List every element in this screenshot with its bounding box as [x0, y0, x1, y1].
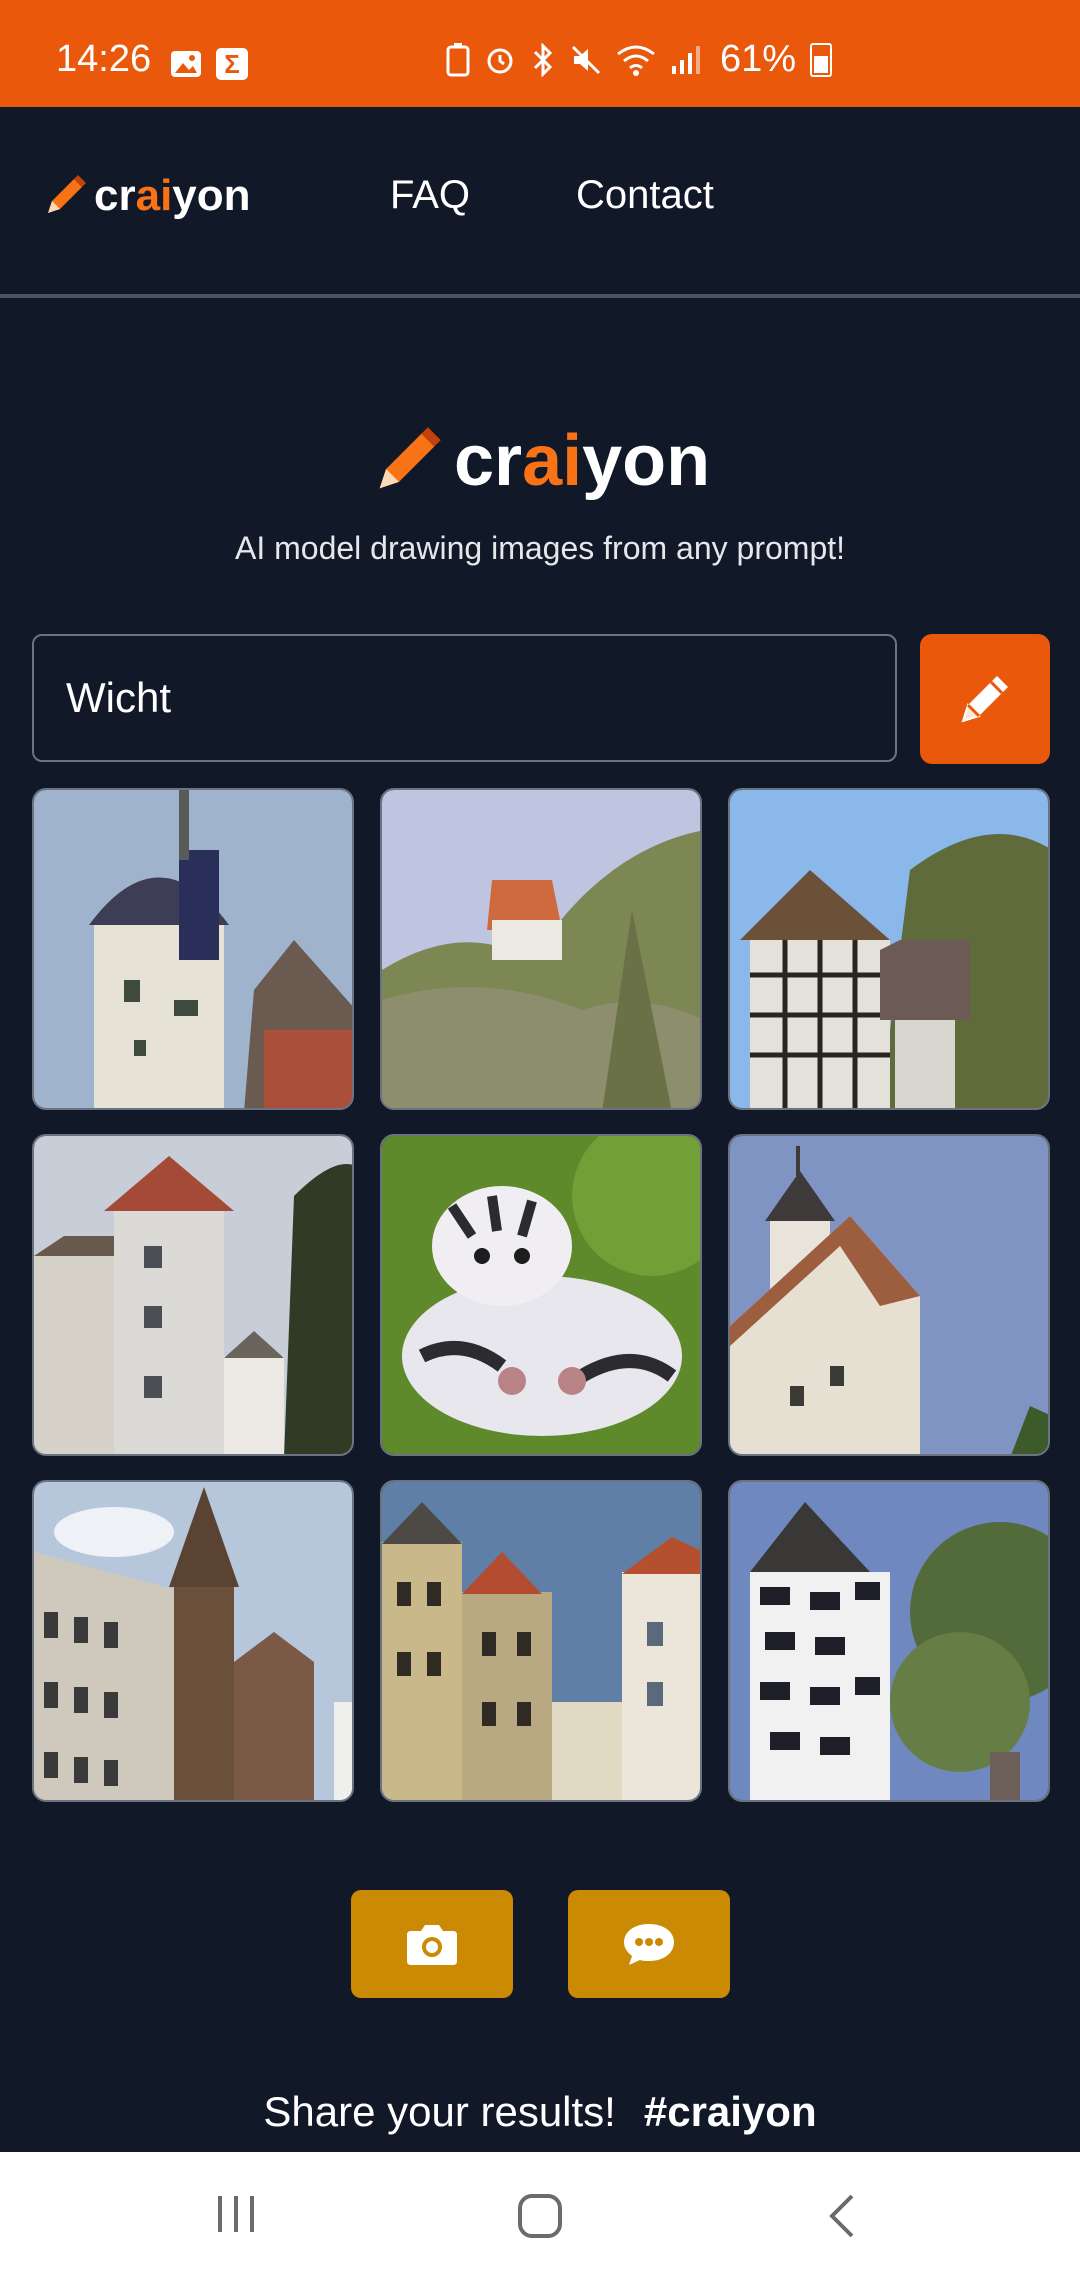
battery-percent: 61%: [720, 38, 797, 80]
bluetooth-icon: [533, 42, 553, 77]
nav-logo-text-prefix: cr: [94, 171, 136, 220]
mute-icon: [571, 45, 601, 74]
result-image-2[interactable]: [380, 788, 702, 1110]
result-image-7[interactable]: [32, 1480, 354, 1802]
nav-contact-link[interactable]: Contact: [576, 173, 714, 218]
nav-logo-text-suffix: yon: [172, 171, 251, 220]
status-time: 14:26: [56, 38, 152, 80]
back-icon[interactable]: [824, 2192, 860, 2240]
hero-logo-text-prefix: cr: [454, 421, 523, 501]
screenshot-button[interactable]: [351, 1890, 513, 1998]
result-image-4[interactable]: [32, 1134, 354, 1456]
prompt-input[interactable]: [32, 634, 897, 762]
feedback-button[interactable]: [568, 1890, 730, 1998]
home-icon[interactable]: [516, 2192, 564, 2240]
status-bar: 14:26 Σ 61%: [0, 0, 1080, 107]
gallery-icon: [171, 51, 201, 77]
pencil-logo-icon: [48, 175, 86, 213]
recent-apps-icon[interactable]: [214, 2192, 258, 2236]
tagline: AI model drawing images from any prompt!: [234, 530, 846, 566]
result-image-3[interactable]: [728, 788, 1050, 1110]
hero-logo-text-ai: ai: [522, 421, 583, 501]
result-image-5[interactable]: [380, 1134, 702, 1456]
nav-logo-text-ai: ai: [135, 171, 173, 220]
result-image-9[interactable]: [728, 1480, 1050, 1802]
recycle-icon: [446, 42, 470, 76]
top-nav: craiyon FAQ Contact: [0, 107, 1080, 298]
nav-faq-link[interactable]: FAQ: [390, 173, 470, 218]
battery-icon: [810, 42, 833, 77]
system-nav-bar: [0, 2152, 1080, 2280]
result-image-1[interactable]: [32, 788, 354, 1110]
camera-icon: [407, 1925, 457, 1965]
signal-icon: [672, 45, 700, 74]
draw-button[interactable]: [920, 634, 1050, 764]
share-hashtag[interactable]: #craiyon: [644, 2088, 817, 2135]
hero-logo: craiyon: [370, 420, 710, 502]
result-image-8[interactable]: [380, 1480, 702, 1802]
result-image-6[interactable]: [728, 1134, 1050, 1456]
share-label: Share your results!: [263, 2088, 616, 2135]
chat-icon: [624, 1924, 674, 1965]
wifi-icon: [617, 45, 655, 76]
pencil-icon: [961, 676, 1008, 723]
sigma-icon: Σ: [216, 48, 248, 80]
pencil-logo-icon: [379, 427, 441, 489]
alarm-icon: [487, 48, 513, 73]
hero-logo-text-suffix: yon: [582, 421, 711, 501]
share-text: Share your results! #craiyon: [0, 2088, 1080, 2136]
nav-logo[interactable]: craiyon: [42, 171, 251, 221]
